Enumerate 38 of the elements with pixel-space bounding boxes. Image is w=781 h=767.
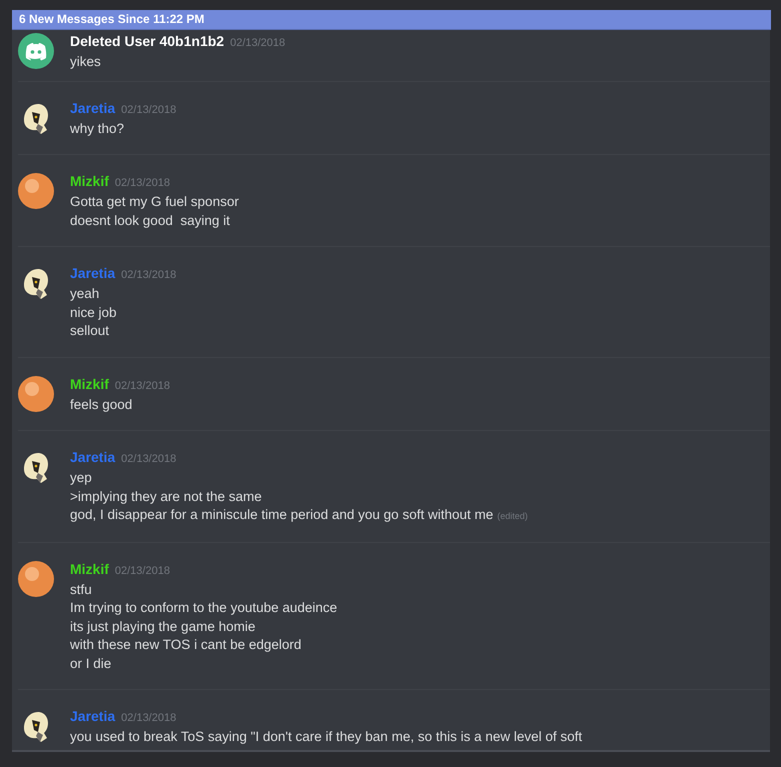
username[interactable]: Mizkif: [70, 558, 109, 578]
message-text: yep: [70, 470, 92, 485]
timestamp: 02/13/2018: [230, 36, 286, 51]
message-text: feels good: [70, 396, 132, 412]
timestamp: 02/13/2018: [121, 711, 176, 726]
timestamp: 02/13/2018: [121, 452, 176, 467]
username[interactable]: Jaretia: [70, 98, 116, 118]
message-text: you used to break ToS saying "I don't care if they ban me, so this is a new level of soft: [70, 729, 582, 744]
username[interactable]: Jaretia: [70, 706, 116, 726]
message-text: sellout: [70, 323, 110, 338]
timestamp: 02/13/2018: [121, 268, 176, 283]
username[interactable]: Mizkif: [70, 374, 109, 394]
timestamp: 02/13/2018: [114, 176, 170, 191]
avatar-icon: [18, 33, 54, 69]
message-text: its just playing the game homie: [70, 618, 256, 634]
username[interactable]: Jaretia: [70, 263, 116, 283]
avatar-icon: [18, 560, 54, 596]
message-text: yeah: [70, 286, 100, 301]
username[interactable]: Deleted User 40b1n1b2: [70, 31, 224, 51]
message-text: Gotta get my G fuel sponsor: [70, 194, 239, 209]
avatar-icon: [18, 376, 54, 412]
username[interactable]: Mizkif: [70, 171, 109, 191]
message-text: with these new TOS i cant be edgelord: [70, 637, 302, 652]
edited-label: (edited): [497, 511, 528, 521]
message-text: doesnt look good saying it: [70, 212, 230, 228]
message-text: stfu: [70, 582, 92, 596]
timestamp: 02/13/2018: [114, 564, 170, 578]
timestamp: 02/13/2018: [114, 378, 170, 394]
message-text: god, I disappear for a miniscule time period and you go soft without me: [70, 507, 494, 522]
message-text: >implying they are not the same: [70, 488, 262, 504]
message-text: why tho?: [70, 120, 124, 136]
message-text: or I die: [70, 656, 112, 670]
message-text: yikes: [70, 54, 101, 69]
username[interactable]: Jaretia: [70, 447, 116, 467]
message-text: Im trying to conform to the youtube audeince: [70, 600, 338, 615]
message-text: nice job: [70, 304, 117, 320]
avatar-icon: [18, 173, 54, 209]
timestamp: 02/13/2018: [121, 102, 176, 118]
